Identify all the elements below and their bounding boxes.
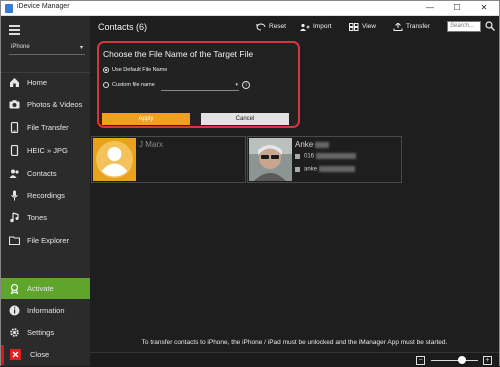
sidebar-item-photos-videos[interactable]: Photos & Videos (1, 95, 90, 115)
maximize-button[interactable]: ☐ (444, 2, 470, 14)
zoom-in-button[interactable]: + (483, 356, 492, 365)
apply-button[interactable]: Apply (102, 113, 190, 125)
file-name-dialog: Choose the File Name of the Target File … (97, 41, 300, 128)
sidebar-item-label: Photos & Videos (27, 100, 83, 109)
bottom-bar: − + (90, 352, 499, 367)
cancel-button[interactable]: Cancel (201, 113, 289, 125)
hamburger-menu-icon[interactable] (9, 25, 20, 37)
import-icon (300, 23, 310, 31)
minimize-button[interactable]: — (417, 2, 443, 14)
sidebar-item-label: Home (27, 78, 48, 87)
search-input[interactable]: Search... (447, 21, 481, 32)
page-title: Contacts (6) (98, 22, 148, 32)
avatar (93, 138, 136, 181)
sidebar-item-label: File Transfer (27, 123, 69, 132)
sidebar-item-label: Contacts (27, 169, 57, 178)
sidebar-item-heic-jpg[interactable]: HEIC » JPG (1, 141, 90, 161)
phone-icon (10, 122, 19, 133)
info-icon[interactable]: i (242, 81, 250, 89)
close-icon (10, 349, 21, 360)
camera-icon (9, 100, 20, 109)
app-icon (5, 4, 13, 13)
search-icon[interactable] (485, 21, 495, 31)
contact-phone: 016 (295, 153, 357, 160)
sidebar-item-settings[interactable]: Settings (1, 323, 90, 343)
image-convert-icon (10, 145, 19, 156)
device-select-value: iPhone (11, 44, 30, 50)
app-window: iDevice Manager — ☐ ✕ iPhone ▾ Home Phot… (0, 0, 500, 367)
close-window-button[interactable]: ✕ (471, 2, 497, 14)
chevron-down-icon: ▾ (235, 82, 238, 88)
custom-name-radio[interactable] (103, 82, 109, 88)
music-note-icon (10, 212, 19, 223)
chevron-down-icon: ▾ (79, 45, 83, 51)
custom-name-label: Custom file name (112, 82, 155, 88)
contact-photo (249, 138, 292, 181)
activate-icon (10, 283, 19, 294)
sidebar-item-close[interactable]: Close (1, 345, 90, 365)
microphone-icon (11, 190, 18, 201)
title-bar: iDevice Manager — ☐ ✕ (1, 1, 499, 16)
sidebar: iPhone ▾ Home Photos & Videos File Trans… (1, 16, 90, 366)
reset-icon (256, 23, 266, 31)
contact-card[interactable]: Anke 016 anke (247, 136, 402, 183)
transfer-icon (393, 23, 403, 31)
sidebar-item-label: Tones (27, 213, 48, 222)
default-name-radio[interactable] (103, 67, 109, 73)
main-panel: Contacts (6) Reset Import View Transfer … (90, 16, 499, 367)
phone-icon (295, 153, 300, 159)
sidebar-item-label: Settings (27, 328, 55, 337)
gear-icon (10, 328, 19, 337)
device-select[interactable]: iPhone ▾ (9, 43, 85, 55)
sidebar-item-recordings[interactable]: Recordings (1, 186, 90, 206)
zoom-slider-thumb[interactable] (458, 356, 467, 364)
info-icon (9, 305, 20, 316)
contacts-icon (9, 169, 19, 178)
dialog-title: Choose the File Name of the Target File (103, 49, 254, 59)
sidebar-item-label: File Explorer (27, 236, 70, 245)
contact-card[interactable]: J Marx (91, 136, 246, 183)
contact-email: anke (295, 166, 356, 173)
sidebar-item-information[interactable]: Information (1, 301, 90, 321)
sidebar-item-activate[interactable]: Activate (1, 278, 90, 299)
sidebar-item-label: Activate (27, 284, 54, 293)
contact-name: J Marx (139, 140, 163, 149)
sidebar-item-label: Information (27, 306, 65, 315)
sidebar-item-tones[interactable]: Tones (1, 208, 90, 228)
grid-icon (349, 23, 359, 31)
contact-name: Anke (295, 140, 330, 149)
toolbar: Contacts (6) Reset Import View Transfer … (90, 16, 499, 39)
status-message: To transfer contacts to iPhone, the iPho… (141, 339, 448, 346)
sidebar-item-label: HEIC » JPG (27, 146, 68, 155)
sidebar-item-file-explorer[interactable]: File Explorer (1, 231, 90, 251)
sidebar-item-label: Recordings (27, 191, 65, 200)
home-icon (10, 78, 19, 87)
custom-file-name-field[interactable]: ▾ (161, 82, 239, 91)
default-name-label: Use Default File Name (112, 67, 168, 73)
sidebar-item-label: Close (30, 350, 50, 359)
zoom-out-button[interactable]: − (416, 356, 425, 365)
sidebar-item-contacts[interactable]: Contacts (1, 164, 90, 184)
email-icon (295, 166, 300, 172)
sidebar-item-home[interactable]: Home (1, 73, 90, 93)
window-title: iDevice Manager (17, 3, 70, 10)
zoom-slider[interactable] (431, 360, 478, 361)
sidebar-item-file-transfer[interactable]: File Transfer (1, 118, 90, 138)
folder-icon (9, 236, 20, 246)
